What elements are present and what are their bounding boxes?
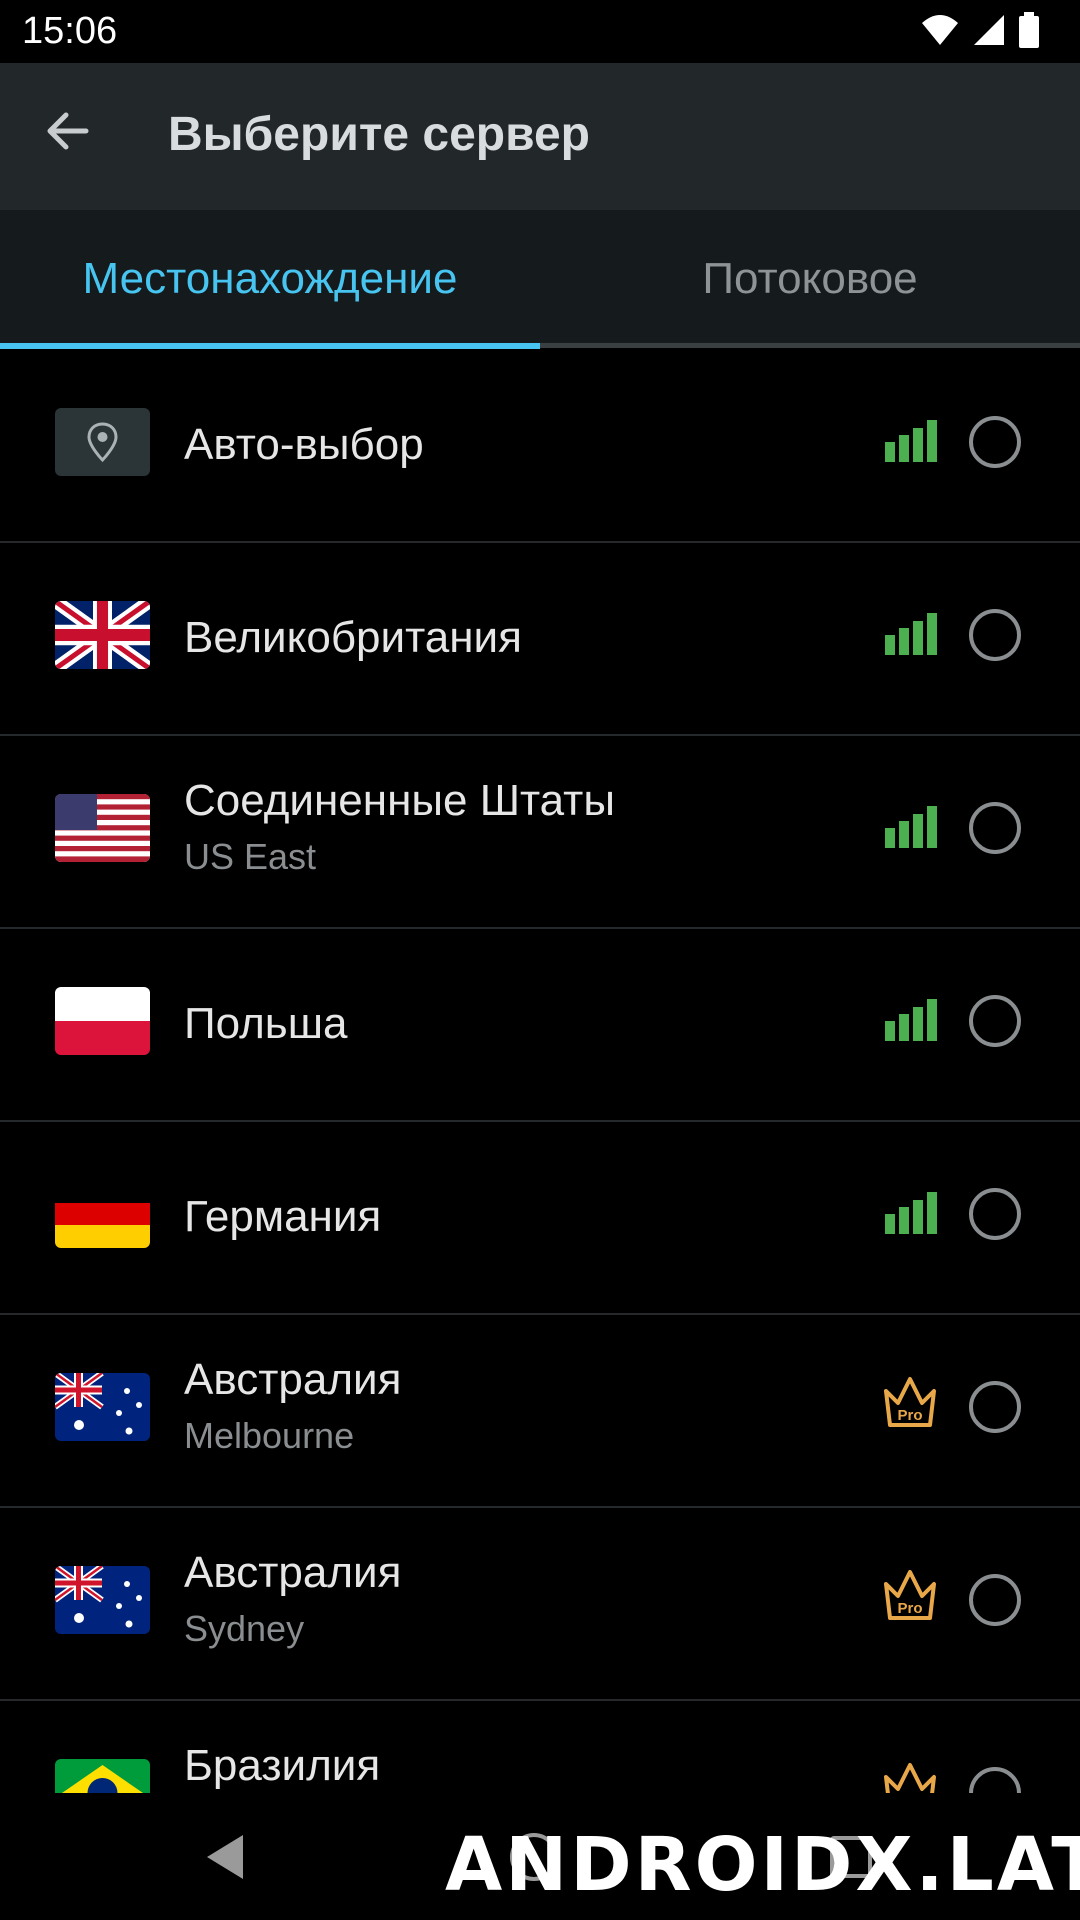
nav-back-icon[interactable] <box>205 1833 245 1881</box>
status-icons <box>920 12 1040 48</box>
server-radio[interactable] <box>969 995 1021 1047</box>
status-bar: 15:06 <box>0 0 1080 63</box>
server-city: Melbourne <box>184 1415 355 1456</box>
pro-crown-icon: Pro <box>884 1377 936 1427</box>
pro-crown-icon <box>884 1763 936 1793</box>
cellular-signal-icon <box>974 15 1004 45</box>
server-city: US East <box>184 836 317 877</box>
pro-badge-label: Pro <box>897 1407 922 1424</box>
australia-flag <box>55 1373 150 1441</box>
server-name: Бразилия <box>184 1741 381 1790</box>
server-row-australia-melbourne[interactable]: Австралия Melbourne Pro <box>0 1313 1080 1508</box>
us-flag <box>55 794 150 862</box>
server-city: Sydney <box>184 1608 305 1649</box>
tab-bar: Местонахождение Потоковое <box>0 210 1080 348</box>
server-name: Польша <box>184 999 348 1048</box>
server-name: Австралия <box>184 1548 402 1597</box>
brazil-flag <box>55 1759 150 1793</box>
server-name: Великобритания <box>184 613 522 662</box>
signal-strength-icon <box>885 999 937 1041</box>
status-time: 15:06 <box>22 10 118 52</box>
server-row-poland[interactable]: Польша <box>0 927 1080 1122</box>
pro-badge-label: Pro <box>897 1600 922 1617</box>
server-name: Австралия <box>184 1355 402 1404</box>
server-radio[interactable] <box>969 1188 1021 1240</box>
signal-strength-icon <box>885 1192 937 1234</box>
page-title: Выберите сервер <box>168 108 590 161</box>
server-radio[interactable] <box>969 1381 1021 1433</box>
server-row-brazil[interactable]: Бразилия <box>0 1699 1080 1793</box>
auto-location-icon <box>55 408 150 476</box>
server-row-auto[interactable]: Авто-выбор <box>0 348 1080 543</box>
server-row-uk[interactable]: Великобритания <box>0 541 1080 736</box>
uk-flag <box>55 601 150 669</box>
tab-location[interactable]: Местонахождение <box>0 210 540 348</box>
server-name: Германия <box>184 1192 382 1241</box>
watermark: ANDROIDX.LAT <box>445 1822 1080 1908</box>
server-radio[interactable] <box>969 1574 1021 1626</box>
server-radio[interactable] <box>969 802 1021 854</box>
signal-strength-icon <box>885 806 937 848</box>
server-name: Авто-выбор <box>184 420 424 469</box>
battery-icon <box>1019 12 1039 48</box>
server-list: Авто-выбор Великобритания Соединенные Шт… <box>0 348 1080 1793</box>
australia-flag <box>55 1566 150 1634</box>
signal-strength-icon <box>885 420 937 462</box>
wifi-icon <box>922 15 958 45</box>
server-name: Соединенные Штаты <box>184 776 615 825</box>
server-row-germany[interactable]: Германия <box>0 1120 1080 1315</box>
server-radio[interactable] <box>969 416 1021 468</box>
signal-strength-icon <box>885 613 937 655</box>
back-arrow-icon[interactable] <box>40 103 96 159</box>
server-row-us[interactable]: Соединенные Штаты US East <box>0 734 1080 929</box>
server-radio[interactable] <box>969 609 1021 661</box>
germany-flag <box>55 1180 150 1248</box>
toolbar: Выберите сервер <box>0 63 1080 210</box>
tab-streaming[interactable]: Потоковое <box>540 210 1080 348</box>
pro-crown-icon: Pro <box>884 1570 936 1620</box>
poland-flag <box>55 987 150 1055</box>
server-radio[interactable] <box>969 1767 1021 1793</box>
server-row-australia-sydney[interactable]: Австралия Sydney Pro <box>0 1506 1080 1701</box>
